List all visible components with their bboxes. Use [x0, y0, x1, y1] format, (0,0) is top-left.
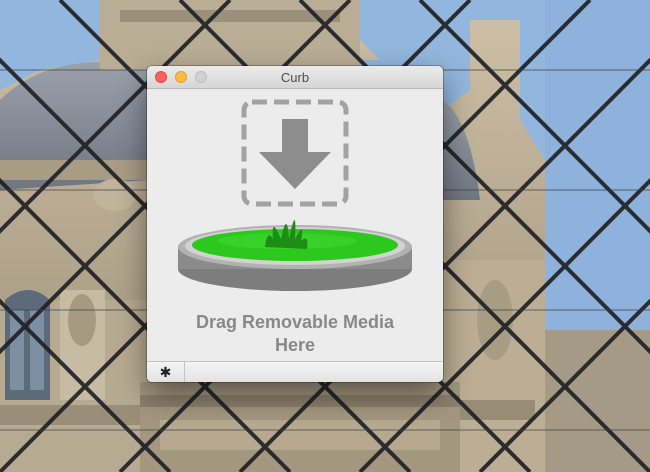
grass-platform-icon [178, 220, 412, 291]
bottom-toolbar: ✱ [147, 361, 443, 382]
window-title: Curb [280, 70, 310, 85]
drop-instructions: Drag Removable Media Here [147, 311, 443, 357]
app-window: Curb Drag Removable Media Here ✱ [147, 66, 443, 382]
title-bar[interactable]: Curb [147, 66, 443, 89]
download-arrow-icon [241, 99, 349, 207]
drop-instructions-line2: Here [274, 335, 316, 355]
media-drop-zone[interactable] [147, 89, 443, 299]
gear-icon: ✱ [159, 364, 172, 380]
drop-instructions-line1: Drag Removable Media [195, 312, 395, 332]
settings-button[interactable]: ✱ [147, 362, 185, 382]
window-content: Drag Removable Media Here [147, 89, 443, 361]
